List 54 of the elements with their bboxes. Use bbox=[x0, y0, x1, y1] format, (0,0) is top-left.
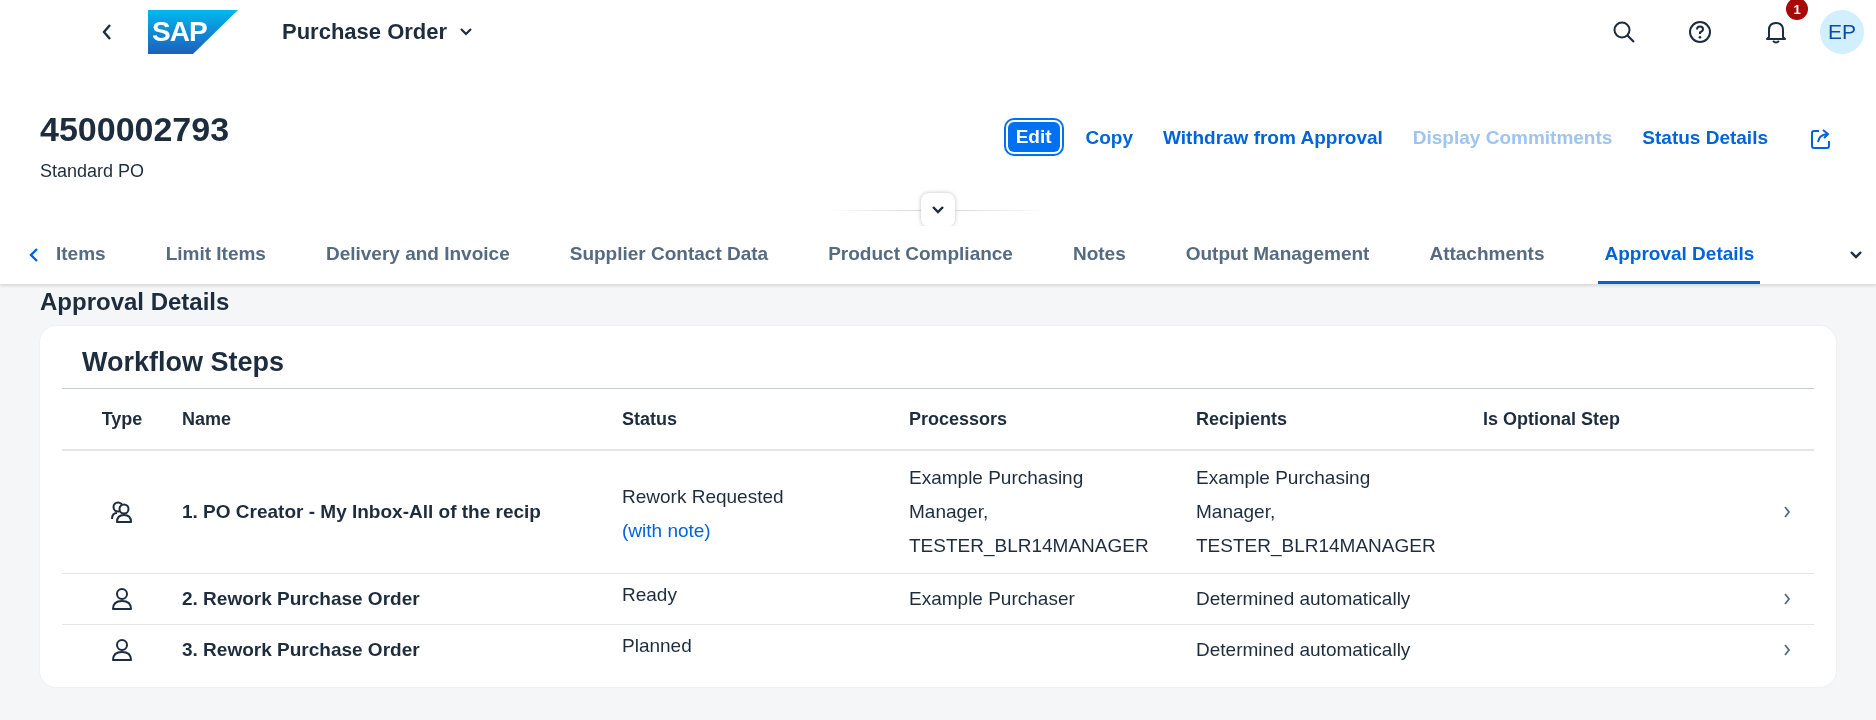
column-header: Type bbox=[100, 408, 144, 430]
bell-icon bbox=[1765, 20, 1787, 44]
action-button[interactable]: Copy bbox=[1085, 122, 1134, 154]
column-header: Recipients bbox=[1196, 408, 1289, 430]
sap-logo[interactable]: SAP bbox=[148, 10, 238, 54]
people-icon bbox=[109, 500, 135, 524]
recipients-text: Determined automatically bbox=[1196, 638, 1412, 662]
person-icon bbox=[111, 638, 133, 662]
step-name: 3. Rework Purchase Order bbox=[182, 639, 420, 660]
step-status: Rework Requested bbox=[622, 485, 785, 509]
tab[interactable]: Limit Items bbox=[159, 226, 272, 284]
chevron-right-icon[interactable] bbox=[1782, 592, 1791, 606]
notification-count: 1 bbox=[1786, 0, 1808, 20]
recipients-text: Example Purchasing Manager, TESTER_BLR14MANAGER bbox=[1196, 466, 1437, 559]
tab[interactable]: Product Compliance bbox=[822, 226, 1019, 284]
processors-text: Example Purchaser bbox=[909, 587, 1076, 611]
card-title: Workflow Steps bbox=[81, 345, 286, 379]
tab[interactable]: Delivery and Invoice bbox=[319, 226, 516, 284]
back-icon bbox=[101, 23, 113, 41]
recipients-text: Determined automatically bbox=[1196, 587, 1412, 611]
user-avatar[interactable]: EP bbox=[1820, 10, 1864, 54]
step-status: Ready bbox=[622, 583, 678, 607]
person-icon bbox=[111, 587, 133, 611]
column-header: Name bbox=[182, 408, 233, 430]
processors-text: Example Purchasing Manager, TESTER_BLR14MANAGER bbox=[909, 466, 1150, 559]
object-type: Standard PO bbox=[40, 161, 146, 182]
column-header: Is Optional Step bbox=[1483, 408, 1621, 430]
step-name: 2. Rework Purchase Order bbox=[182, 588, 420, 609]
step-status: Planned bbox=[622, 634, 693, 658]
section-title: Approval Details bbox=[40, 288, 231, 316]
column-header: Processors bbox=[909, 408, 1009, 430]
step-name: 1. PO Creator - My Inbox-All of the recip bbox=[182, 501, 541, 522]
caret-icon bbox=[459, 27, 474, 37]
chevron-down-icon bbox=[1849, 250, 1863, 260]
tab[interactable]: Items bbox=[50, 226, 112, 284]
tab[interactable]: Approval Details bbox=[1598, 226, 1761, 284]
object-id: 4500002793 bbox=[40, 110, 230, 149]
note-link[interactable]: (with note) bbox=[622, 514, 909, 548]
search-icon bbox=[1612, 20, 1636, 44]
column-header: Status bbox=[622, 408, 678, 430]
collapse-header-button[interactable] bbox=[921, 193, 955, 227]
action-button[interactable]: Status Details bbox=[1642, 122, 1768, 154]
action-button[interactable]: Withdraw from Approval bbox=[1163, 122, 1383, 154]
app-title-menu[interactable]: Purchase Order bbox=[282, 19, 474, 45]
chevron-right-icon[interactable] bbox=[1782, 643, 1791, 657]
chevron-down-icon bbox=[931, 205, 945, 215]
tab[interactable]: Attachments bbox=[1423, 226, 1551, 284]
tab[interactable]: Notes bbox=[1066, 226, 1132, 284]
tab[interactable]: Supplier Contact Data bbox=[563, 226, 775, 284]
chevron-right-icon[interactable] bbox=[1782, 505, 1791, 519]
share-icon bbox=[1810, 128, 1832, 150]
chevron-left-icon bbox=[29, 247, 39, 263]
tab[interactable]: Output Management bbox=[1179, 226, 1376, 284]
help-icon bbox=[1688, 20, 1712, 44]
